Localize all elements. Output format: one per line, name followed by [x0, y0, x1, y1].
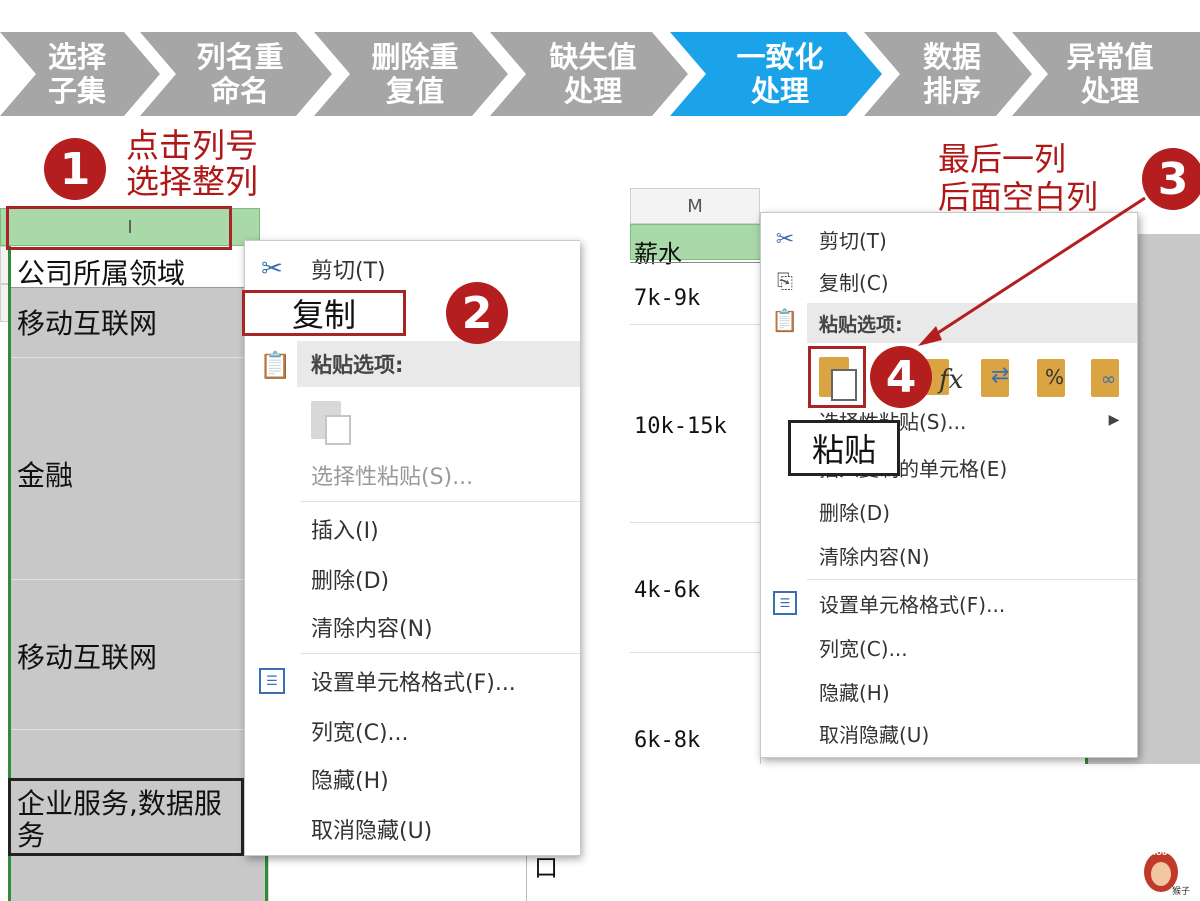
clipboard-icon: 📋: [771, 309, 799, 334]
format-cells-icon: ☰: [259, 668, 285, 694]
menu-separator: [807, 579, 1137, 580]
menu-item-insert[interactable]: 插入(I): [245, 507, 580, 551]
pointer-arrow: [918, 196, 1146, 346]
highlight-column-header: [6, 206, 232, 250]
step-number-4: 4: [870, 346, 932, 408]
step-1: 选择 子集: [0, 32, 160, 116]
table-cell[interactable]: 10k-15k: [634, 414, 727, 439]
chevron-right-icon: ▶: [1108, 412, 1120, 428]
monkey-logo: HOU 猴子: [1140, 848, 1192, 898]
menu-item-unhide[interactable]: 取消隐藏(U): [245, 807, 580, 851]
menu-item-unhide[interactable]: 取消隐藏(U): [761, 713, 1137, 753]
grid-line: [630, 262, 760, 263]
menu-separator: [301, 653, 580, 654]
highlight-cell: [8, 778, 244, 856]
scissors-icon: ✂: [775, 226, 795, 252]
paste-format-icon[interactable]: %: [1037, 353, 1081, 403]
step-7: 异常值 处理: [1012, 32, 1200, 116]
scissors-icon: ✂: [261, 254, 283, 284]
menu-item-selective-paste[interactable]: 选择性粘贴(S)...: [245, 453, 580, 497]
menu-separator: [301, 501, 580, 502]
step-number-2: 2: [446, 282, 508, 344]
column-header[interactable]: M: [630, 188, 760, 224]
menu-item-delete[interactable]: 删除(D): [245, 557, 580, 601]
header-cell[interactable]: 公司所属领域: [11, 246, 265, 290]
format-cells-icon: ☰: [773, 591, 797, 615]
step-2: 列名重 命名: [140, 32, 332, 116]
clipboard-icon: 📋: [259, 351, 292, 381]
copy-icon: ⎘: [777, 269, 793, 293]
menu-item-column-width[interactable]: 列宽(C)...: [761, 627, 1137, 667]
grid-line: [630, 652, 760, 653]
paste-options-section: 粘贴选项:: [297, 341, 580, 387]
grid-line: [630, 324, 760, 325]
highlight-paste-icon: [808, 346, 866, 408]
step-4: 缺失值 处理: [490, 32, 688, 116]
menu-item-clear[interactable]: 清除内容(N): [761, 535, 1137, 575]
table-cell[interactable]: 金融: [11, 358, 265, 580]
table-cell[interactable]: 6k-8k: [634, 728, 700, 753]
header-cell[interactable]: 薪水: [634, 234, 760, 268]
menu-item-delete[interactable]: 删除(D): [761, 491, 1137, 531]
paste-default-icon[interactable]: [311, 397, 353, 445]
highlight-copy: 复制: [242, 290, 406, 336]
grid-line: [630, 522, 760, 523]
table-cell[interactable]: 7k-9k: [634, 286, 700, 311]
table-cell[interactable]: 移动互联网: [11, 580, 265, 730]
step-5-active: 一致化 处理: [670, 32, 882, 116]
annotation-select-column: 点击列号 选择整列: [126, 126, 258, 201]
paste-link-icon[interactable]: ∞: [1091, 353, 1135, 403]
table-cell[interactable]: 4k-6k: [634, 578, 700, 603]
highlight-paste-label: 粘贴: [788, 420, 900, 476]
step-3: 删除重 复值: [314, 32, 508, 116]
table-cell[interactable]: 移动互联网: [11, 288, 265, 358]
menu-item-clear[interactable]: 清除内容(N): [245, 605, 580, 649]
menu-item-hide[interactable]: 隐藏(H): [761, 671, 1137, 711]
menu-item-format-cells[interactable]: ☰ 设置单元格格式(F)...: [761, 583, 1137, 623]
menu-item-format-cells[interactable]: ☰ 设置单元格格式(F)...: [245, 659, 580, 703]
menu-item-column-width[interactable]: 列宽(C)...: [245, 709, 580, 753]
menu-item-hide[interactable]: 隐藏(H): [245, 757, 580, 801]
step-6: 数据 排序: [864, 32, 1032, 116]
menu-item-cut[interactable]: ✂ 剪切(T): [245, 249, 580, 289]
step-number-1: 1: [44, 138, 106, 200]
paste-transpose-icon[interactable]: ⇄: [981, 353, 1025, 403]
